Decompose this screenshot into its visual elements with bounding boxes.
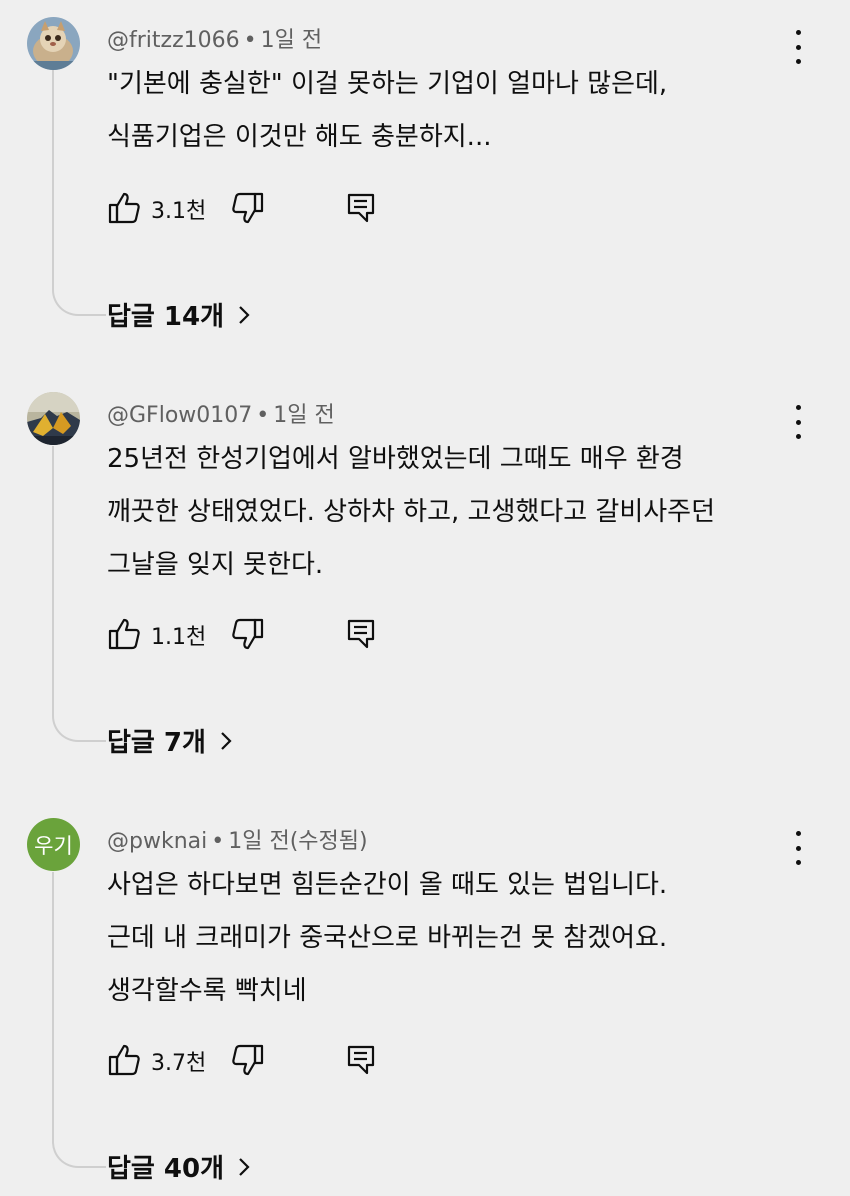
comment-time: 1일 전 bbox=[260, 28, 323, 53]
separator-dot: • bbox=[256, 403, 270, 428]
avatar-fritzz1066[interactable] bbox=[27, 17, 80, 70]
comment-meta: @fritzz1066 • 1일 전 bbox=[107, 22, 322, 54]
comment-author[interactable]: @pwknai bbox=[107, 829, 207, 854]
thread-line bbox=[52, 872, 106, 1168]
view-replies-button[interactable]: 답글 7개 bbox=[107, 722, 234, 759]
thumbs-up-icon[interactable] bbox=[107, 191, 141, 225]
comment-text-line: "기본에 충실한" 이걸 못하는 기업이 얼마나 많은데, bbox=[107, 69, 668, 99]
comment-time: 1일 전 bbox=[273, 403, 335, 428]
like-count: 3.1천 bbox=[151, 199, 207, 224]
thumbs-up-icon[interactable] bbox=[107, 617, 141, 651]
comment-text-line: 깨끗한 상태였었다. 상하차 하고, 고생했다고 갈비사주던 bbox=[107, 497, 716, 527]
thumbs-up-icon[interactable] bbox=[107, 1043, 141, 1077]
comment-text-line: 근데 내 크래미가 중국산으로 바뀌는건 못 참겠어요. bbox=[107, 923, 668, 953]
avatar-GFlow0107[interactable] bbox=[27, 392, 80, 445]
comment-text-line: 사업은 하다보면 힘든순간이 올 때도 있는 법입니다. bbox=[107, 870, 668, 900]
comment-text: "기본에 충실한" 이걸 못하는 기업이 얼마나 많은데, 식품기업은 이것만 … bbox=[107, 58, 667, 164]
thread-line bbox=[52, 70, 106, 316]
more-vert-icon[interactable] bbox=[786, 30, 810, 64]
comment-text-line: 25년전 한성기업에서 알바했었는데 그때도 매우 환경 bbox=[107, 444, 684, 474]
comment-meta: @pwknai • 1일 전(수정됨) bbox=[107, 823, 368, 855]
comment-text-line: 생각할수록 빡치네 bbox=[107, 976, 307, 1006]
thumbs-down-icon[interactable] bbox=[231, 191, 265, 225]
comment-text-line: 그날을 잊지 못한다. bbox=[107, 550, 324, 580]
comment-text: 25년전 한성기업에서 알바했었는데 그때도 매우 환경 깨끗한 상태였었다. … bbox=[107, 433, 715, 592]
comment-text-line: 식품기업은 이것만 해도 충분하지... bbox=[107, 122, 492, 152]
replies-label: 답글 40개 bbox=[107, 1154, 224, 1184]
separator-dot: • bbox=[243, 28, 257, 53]
replies-label: 답글 7개 bbox=[107, 728, 206, 758]
thumbs-down-icon[interactable] bbox=[231, 617, 265, 651]
view-replies-button[interactable]: 답글 40개 bbox=[107, 1148, 252, 1185]
chevron-right-icon bbox=[239, 305, 250, 324]
like-count: 3.7천 bbox=[151, 1051, 207, 1076]
like-count: 1.1천 bbox=[151, 625, 207, 650]
reply-icon[interactable] bbox=[344, 1043, 378, 1077]
reply-icon[interactable] bbox=[344, 617, 378, 651]
reply-icon[interactable] bbox=[344, 191, 378, 225]
view-replies-button[interactable]: 답글 14개 bbox=[107, 296, 252, 333]
comment-author[interactable]: @GFlow0107 bbox=[107, 403, 252, 428]
separator-dot: • bbox=[211, 829, 225, 854]
thumbs-down-icon[interactable] bbox=[231, 1043, 265, 1077]
chevron-right-icon bbox=[239, 1157, 250, 1176]
more-vert-icon[interactable] bbox=[786, 831, 810, 865]
comment-meta: @GFlow0107 • 1일 전 bbox=[107, 397, 335, 429]
replies-label: 답글 14개 bbox=[107, 302, 224, 332]
comment-actions: 3.7천 bbox=[107, 1043, 407, 1079]
comment-actions: 1.1천 bbox=[107, 617, 407, 653]
comment-author[interactable]: @fritzz1066 bbox=[107, 28, 240, 53]
comment-time: 1일 전(수정됨) bbox=[228, 829, 368, 854]
comment-actions: 3.1천 bbox=[107, 191, 407, 227]
more-vert-icon[interactable] bbox=[786, 405, 810, 439]
thread-line bbox=[52, 446, 106, 742]
comment-text: 사업은 하다보면 힘든순간이 올 때도 있는 법입니다. 근데 내 크래미가 중… bbox=[107, 859, 667, 1018]
avatar-pwknai[interactable]: 우기 bbox=[27, 818, 80, 871]
chevron-right-icon bbox=[221, 731, 232, 750]
